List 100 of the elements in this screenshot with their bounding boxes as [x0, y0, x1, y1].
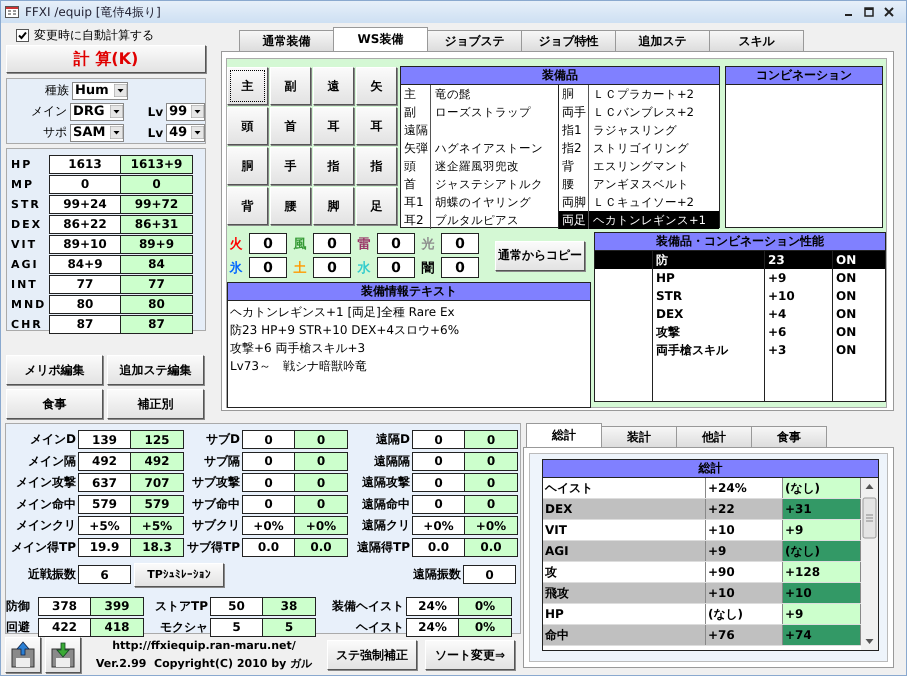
action-button[interactable]: 追加ステ編集: [107, 355, 204, 385]
equipment-row[interactable]: 矢弾 ハグネイアストーン: [401, 139, 558, 157]
equipment-row[interactable]: 首 ジャステシアトルク: [401, 175, 558, 193]
field-label: サポ: [42, 124, 68, 141]
table-cell: AGI: [543, 541, 706, 561]
action-button[interactable]: メリポ編集: [6, 355, 103, 385]
tab[interactable]: 追加ステ: [615, 30, 710, 51]
equipment-row[interactable]: 遠隔: [401, 121, 558, 139]
dropdown-field[interactable]: DRG: [70, 102, 124, 120]
equipment-row[interactable]: 頭 迷企羅風羽兜改: [401, 157, 558, 175]
stat-label: 回避: [6, 618, 31, 636]
slot-button[interactable]: 首: [270, 107, 311, 145]
table-cell: (なし): [783, 541, 861, 561]
base-value: +0%: [412, 516, 465, 535]
performance-row[interactable]: 攻撃 +6 ON: [595, 323, 885, 341]
dropdown-arrow-icon: [110, 105, 124, 118]
element-label: 雷: [356, 236, 372, 252]
table-cell: +128: [783, 562, 861, 582]
action-button[interactable]: ソート変更⇒: [425, 640, 515, 670]
version-text: Ver.2.99 Copyright(C) 2010 by ガル: [96, 656, 312, 671]
performance-row[interactable]: DEX +4 ON: [595, 305, 885, 323]
base-value: 84+9: [49, 254, 121, 274]
slot-button[interactable]: 主: [227, 67, 268, 105]
tab[interactable]: 通常装備: [239, 30, 334, 51]
equipment-row[interactable]: 背 エスリングマント: [558, 157, 719, 175]
action-button[interactable]: 補正別: [107, 389, 204, 419]
equipment-row[interactable]: 指1 ラジャスリング: [558, 121, 719, 139]
total-value: +0%: [295, 516, 348, 535]
copy-button[interactable]: 通常からコピー: [495, 240, 585, 270]
tab[interactable]: ジョブ特性: [521, 30, 616, 51]
slot-button[interactable]: 背: [227, 187, 268, 225]
equipment-row[interactable]: 耳1 胡蝶のイヤリング: [401, 193, 558, 211]
download-button[interactable]: [45, 637, 81, 673]
element-value: 0: [313, 233, 351, 254]
slot-button[interactable]: 指: [356, 147, 397, 185]
tab[interactable]: 食事: [751, 426, 827, 447]
total-value: 84: [121, 254, 193, 274]
dropdown-arrow-icon: [191, 105, 204, 118]
tp-simulation-button[interactable]: TPｼｭﾐﾚｰｼｮﾝ: [134, 562, 224, 586]
stat-label: AGI: [11, 258, 40, 270]
tab[interactable]: WS装備: [333, 27, 428, 51]
table-header: 総計: [543, 460, 878, 478]
total-value: 5: [263, 618, 316, 636]
disk-upload-icon: [9, 641, 37, 669]
slot-button[interactable]: 脚: [313, 187, 354, 225]
tab[interactable]: 総計: [526, 423, 602, 447]
stat-label: ヘイスト: [354, 618, 405, 636]
action-button[interactable]: 食事: [6, 389, 103, 419]
auto-calc-checkbox[interactable]: [16, 28, 29, 42]
element-value: 0: [313, 257, 351, 278]
equipment-row[interactable]: 両足 ヘカトンレギンス+1: [558, 211, 719, 229]
dropdown-field[interactable]: Hum: [72, 82, 128, 100]
tab[interactable]: ジョブステ: [427, 30, 522, 51]
tab[interactable]: 他計: [676, 426, 752, 447]
slot-button[interactable]: 手: [270, 147, 311, 185]
calculate-button[interactable]: 計 算(K): [6, 45, 206, 73]
element-label: 光: [420, 236, 436, 252]
base-value: 0: [242, 452, 295, 470]
total-value: 1613+9: [121, 154, 193, 174]
element-label: 土: [292, 260, 308, 276]
slot-button[interactable]: 胴: [227, 147, 268, 185]
element-value: 0: [377, 257, 415, 278]
equipment-row[interactable]: 主 竜の髭: [401, 85, 558, 103]
equipment-row[interactable]: 指2 ストリゴイリング: [558, 139, 719, 157]
scrollbar[interactable]: [861, 478, 878, 650]
tab[interactable]: 装計: [601, 426, 677, 447]
close-icon[interactable]: [884, 7, 894, 17]
swing-value: 6: [78, 565, 131, 584]
tab[interactable]: スキル: [709, 30, 804, 51]
slot-button[interactable]: 矢: [356, 67, 397, 105]
equipment-row[interactable]: 腰 アンギヌスベルト: [558, 175, 719, 193]
action-button[interactable]: ステ強制補正: [327, 640, 417, 670]
equipment-row[interactable]: 耳2 ブルタルピアス: [401, 211, 558, 229]
base-value: +0%: [242, 516, 295, 535]
slot-button[interactable]: 遠: [313, 67, 354, 105]
equipment-row[interactable]: 副 ローズストラップ: [401, 103, 558, 121]
performance-row[interactable]: 防 23 ON: [595, 251, 885, 269]
maximize-icon[interactable]: [864, 7, 874, 17]
performance-row[interactable]: 両手槍スキル +3 ON: [595, 341, 885, 359]
performance-row[interactable]: HP +9 ON: [595, 269, 885, 287]
total-value: 399: [91, 596, 144, 616]
slot-button[interactable]: 足: [356, 187, 397, 225]
level-dropdown[interactable]: 49: [166, 124, 205, 142]
slot-button[interactable]: 耳: [313, 107, 354, 145]
total-value: +5%: [131, 516, 184, 535]
level-dropdown[interactable]: 99: [166, 102, 205, 120]
performance-row[interactable]: STR +10 ON: [595, 287, 885, 305]
equipment-row[interactable]: 両手 ＬＣバンブレス+2: [558, 103, 719, 121]
stat-label: 遠隔D: [375, 431, 411, 448]
slot-button[interactable]: 頭: [227, 107, 268, 145]
equipment-row[interactable]: 胴 ＬＣプラカート+2: [558, 85, 719, 103]
slot-button[interactable]: 腰: [270, 187, 311, 225]
stat-label: メインクリ: [15, 517, 77, 534]
slot-button[interactable]: 副: [270, 67, 311, 105]
upload-button[interactable]: [5, 637, 41, 673]
slot-button[interactable]: 指: [313, 147, 354, 185]
total-value: 0: [295, 430, 348, 449]
total-value: 86+31: [121, 214, 193, 234]
slot-button[interactable]: 耳: [356, 107, 397, 145]
dropdown-field[interactable]: SAM: [70, 124, 124, 142]
